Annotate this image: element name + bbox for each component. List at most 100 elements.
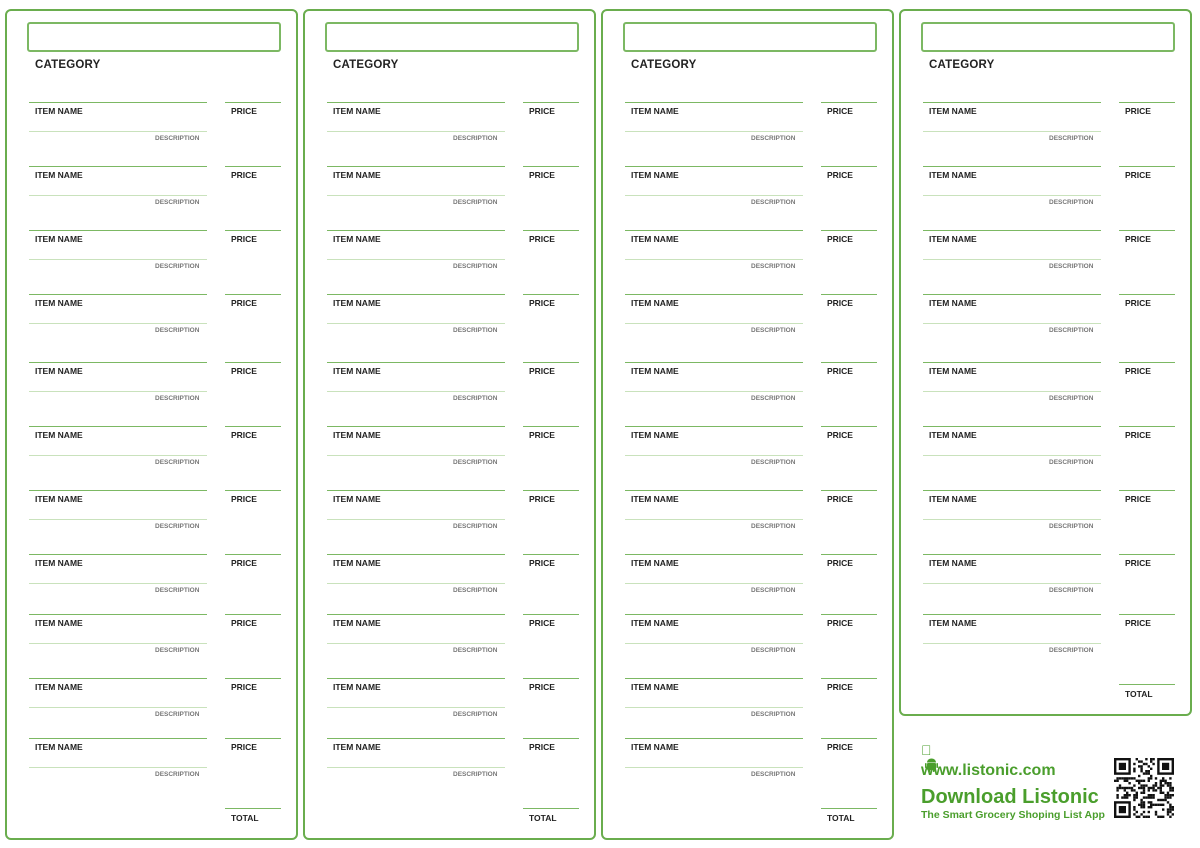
total-line[interactable] [1119, 684, 1175, 685]
item-name-line[interactable] [29, 102, 207, 103]
item-name-line[interactable] [29, 230, 207, 231]
description-line[interactable] [923, 455, 1101, 456]
item-name-line[interactable] [327, 426, 505, 427]
price-line[interactable] [821, 166, 877, 167]
price-line[interactable] [821, 230, 877, 231]
item-name-line[interactable] [29, 554, 207, 555]
price-line[interactable] [821, 614, 877, 615]
item-name-line[interactable] [923, 166, 1101, 167]
item-name-line[interactable] [327, 738, 505, 739]
item-name-line[interactable] [923, 554, 1101, 555]
description-line[interactable] [327, 131, 505, 132]
price-line[interactable] [523, 166, 579, 167]
item-name-line[interactable] [29, 738, 207, 739]
item-name-line[interactable] [29, 678, 207, 679]
item-name-line[interactable] [327, 294, 505, 295]
item-name-line[interactable] [327, 678, 505, 679]
description-line[interactable] [29, 455, 207, 456]
price-line[interactable] [523, 362, 579, 363]
price-line[interactable] [523, 554, 579, 555]
item-name-line[interactable] [29, 426, 207, 427]
description-line[interactable] [923, 519, 1101, 520]
item-name-line[interactable] [625, 426, 803, 427]
description-line[interactable] [327, 767, 505, 768]
item-name-line[interactable] [625, 490, 803, 491]
price-line[interactable] [1119, 614, 1175, 615]
item-name-line[interactable] [327, 166, 505, 167]
price-line[interactable] [1119, 166, 1175, 167]
description-line[interactable] [327, 391, 505, 392]
item-name-line[interactable] [625, 362, 803, 363]
item-name-line[interactable] [327, 614, 505, 615]
price-line[interactable] [225, 230, 281, 231]
description-line[interactable] [29, 767, 207, 768]
description-line[interactable] [923, 391, 1101, 392]
price-line[interactable] [1119, 294, 1175, 295]
description-line[interactable] [625, 323, 803, 324]
description-line[interactable] [327, 323, 505, 324]
category-input[interactable] [623, 22, 877, 52]
description-line[interactable] [327, 583, 505, 584]
price-line[interactable] [225, 554, 281, 555]
item-name-line[interactable] [29, 166, 207, 167]
price-line[interactable] [821, 426, 877, 427]
price-line[interactable] [821, 102, 877, 103]
price-line[interactable] [225, 678, 281, 679]
item-name-line[interactable] [29, 294, 207, 295]
description-line[interactable] [327, 707, 505, 708]
description-line[interactable] [327, 259, 505, 260]
price-line[interactable] [225, 614, 281, 615]
description-line[interactable] [29, 519, 207, 520]
description-line[interactable] [327, 519, 505, 520]
price-line[interactable] [1119, 490, 1175, 491]
description-line[interactable] [625, 391, 803, 392]
category-input[interactable] [27, 22, 281, 52]
description-line[interactable] [625, 519, 803, 520]
price-line[interactable] [821, 362, 877, 363]
item-name-line[interactable] [923, 426, 1101, 427]
description-line[interactable] [923, 195, 1101, 196]
item-name-line[interactable] [327, 554, 505, 555]
description-line[interactable] [29, 707, 207, 708]
description-line[interactable] [923, 583, 1101, 584]
item-name-line[interactable] [625, 230, 803, 231]
item-name-line[interactable] [29, 362, 207, 363]
description-line[interactable] [923, 259, 1101, 260]
item-name-line[interactable] [923, 294, 1101, 295]
price-line[interactable] [523, 102, 579, 103]
item-name-line[interactable] [29, 614, 207, 615]
description-line[interactable] [29, 323, 207, 324]
price-line[interactable] [523, 490, 579, 491]
price-line[interactable] [523, 294, 579, 295]
item-name-line[interactable] [29, 490, 207, 491]
price-line[interactable] [1119, 230, 1175, 231]
description-line[interactable] [625, 767, 803, 768]
item-name-line[interactable] [625, 166, 803, 167]
description-line[interactable] [29, 643, 207, 644]
description-line[interactable] [923, 323, 1101, 324]
price-line[interactable] [225, 102, 281, 103]
item-name-line[interactable] [625, 678, 803, 679]
price-line[interactable] [225, 362, 281, 363]
description-line[interactable] [29, 583, 207, 584]
description-line[interactable] [29, 131, 207, 132]
category-input[interactable] [921, 22, 1175, 52]
category-input[interactable] [325, 22, 579, 52]
price-line[interactable] [225, 738, 281, 739]
price-line[interactable] [523, 614, 579, 615]
total-line[interactable] [225, 808, 281, 809]
price-line[interactable] [225, 490, 281, 491]
item-name-line[interactable] [625, 614, 803, 615]
price-line[interactable] [523, 426, 579, 427]
price-line[interactable] [225, 426, 281, 427]
price-line[interactable] [1119, 102, 1175, 103]
price-line[interactable] [523, 230, 579, 231]
item-name-line[interactable] [923, 230, 1101, 231]
website-link[interactable]: www.listonic.com [921, 762, 1056, 780]
description-line[interactable] [327, 195, 505, 196]
description-line[interactable] [327, 643, 505, 644]
item-name-line[interactable] [625, 294, 803, 295]
description-line[interactable] [625, 131, 803, 132]
description-line[interactable] [29, 259, 207, 260]
price-line[interactable] [821, 490, 877, 491]
